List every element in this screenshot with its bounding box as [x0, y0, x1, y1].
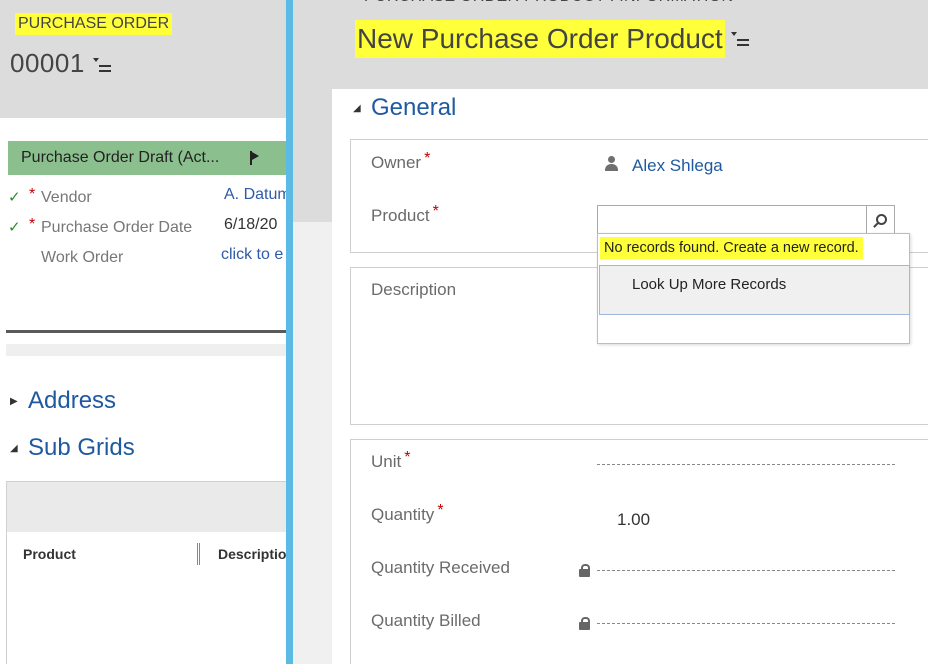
quantity-label: Quantity * — [371, 502, 444, 525]
purchase-order-form: PURCHASE ORDER 00001 Purchase Order Draf… — [0, 0, 286, 664]
check-icon: ✓ — [8, 189, 21, 206]
process-stage-label: Purchase Order Draft (Act... — [21, 149, 220, 166]
step-value-link[interactable]: click to e — [221, 243, 283, 267]
section-address[interactable]: ▶ Address — [10, 386, 116, 417]
no-records-message[interactable]: No records found. Create a new record. — [600, 237, 863, 259]
step-label: Work Order — [41, 249, 124, 266]
column-header-description[interactable]: Descriptio — [218, 546, 286, 562]
required-marker: * — [437, 502, 444, 519]
required-marker: * — [404, 449, 411, 466]
quantity-received-field — [597, 570, 895, 571]
step-value[interactable]: 6/18/20 — [224, 213, 277, 237]
product-lookup-button[interactable] — [867, 205, 895, 235]
quantity-received-label: Quantity Received — [371, 558, 510, 577]
owner-label-text: Owner — [371, 153, 422, 172]
section-title: Address — [28, 387, 117, 414]
section-sub-grids[interactable]: ◢ Sub Grids — [10, 433, 135, 464]
entity-label: PURCHASE ORDER — [15, 13, 173, 35]
product-lookup-input[interactable] — [597, 205, 867, 235]
check-icon: ✓ — [8, 219, 21, 236]
quantity-billed-label: Quantity Billed — [371, 611, 481, 630]
lookup-results-dropdown: No records found. Create a new record. L… — [597, 233, 910, 344]
step-label: Purchase Order Date — [41, 219, 193, 236]
column-resize-handle[interactable] — [197, 543, 200, 565]
subgrid-toolbar — [7, 482, 286, 532]
lock-icon — [579, 617, 590, 630]
step-label: Vendor — [41, 189, 92, 206]
required-marker: * — [432, 203, 439, 220]
collapse-triangle-icon: ◢ — [10, 442, 18, 454]
required-marker: * — [424, 150, 431, 167]
required-marker: * — [29, 186, 36, 203]
column-header-product[interactable]: Product — [23, 546, 76, 562]
process-step-work-order: Work Order click to e — [0, 246, 286, 270]
owner-value-link[interactable]: Alex Shlega — [632, 156, 723, 176]
flag-icon[interactable] — [250, 151, 260, 165]
product-label: Product * — [371, 203, 439, 226]
divider-band — [6, 344, 286, 356]
subgrid-body — [7, 570, 286, 664]
unit-field[interactable] — [597, 464, 895, 465]
unit-label-text: Unit — [371, 452, 402, 471]
owner-label: Owner * — [371, 150, 431, 173]
subgrid: Product Descriptio — [6, 481, 286, 664]
expand-triangle-icon: ▶ — [10, 395, 18, 407]
record-number: 00001 — [10, 48, 85, 78]
process-step-po-date: ✓ * Purchase Order Date 6/18/20 — [0, 216, 286, 240]
process-stage[interactable]: Purchase Order Draft (Act... — [8, 141, 286, 175]
product-label-text: Product — [371, 206, 430, 225]
section-general[interactable]: ◢ General — [353, 93, 456, 124]
collapse-triangle-icon: ◢ — [353, 102, 361, 114]
lock-icon — [579, 564, 590, 577]
form-header: PURCHASE ORDER 00001 — [0, 0, 286, 118]
step-value-link[interactable]: A. Datum — [224, 183, 286, 207]
look-up-more-records-item[interactable]: Look Up More Records — [599, 265, 910, 315]
section-title: General — [371, 94, 457, 121]
screen: PURCHASE ORDER 00001 Purchase Order Draf… — [0, 0, 928, 664]
required-marker: * — [29, 216, 36, 233]
form-breadcrumb: PURCHASE ORDER PRODUCT : INFORMATION — [360, 0, 737, 8]
user-icon — [605, 155, 619, 173]
look-up-more-records-label: Look Up More Records — [632, 276, 787, 293]
divider — [6, 330, 286, 333]
quantity-field[interactable]: 1.00 — [617, 510, 650, 530]
quantity-box: Unit * Quantity * 1.00 Quantity Received Q… — [350, 439, 928, 664]
window-divider — [286, 0, 293, 664]
record-title: 00001 — [10, 48, 113, 79]
quantity-label-text: Quantity — [371, 505, 435, 524]
dialog-form-body: ◢General Owner* Alex Shlega Product* — [332, 89, 928, 664]
search-icon-handle — [873, 222, 879, 228]
form-selector-menu-icon[interactable] — [731, 31, 751, 47]
description-label: Description — [371, 280, 457, 299]
quantity-billed-field — [597, 623, 895, 624]
section-title: Sub Grids — [28, 434, 135, 461]
quick-create-dialog: PURCHASE ORDER PRODUCT : INFORMATION New… — [293, 0, 928, 664]
dialog-title: New Purchase Order Product — [355, 20, 725, 58]
unit-label: Unit * — [371, 449, 411, 472]
process-step-vendor: ✓ * Vendor A. Datum — [0, 186, 286, 210]
form-menu-icon[interactable] — [92, 57, 113, 73]
